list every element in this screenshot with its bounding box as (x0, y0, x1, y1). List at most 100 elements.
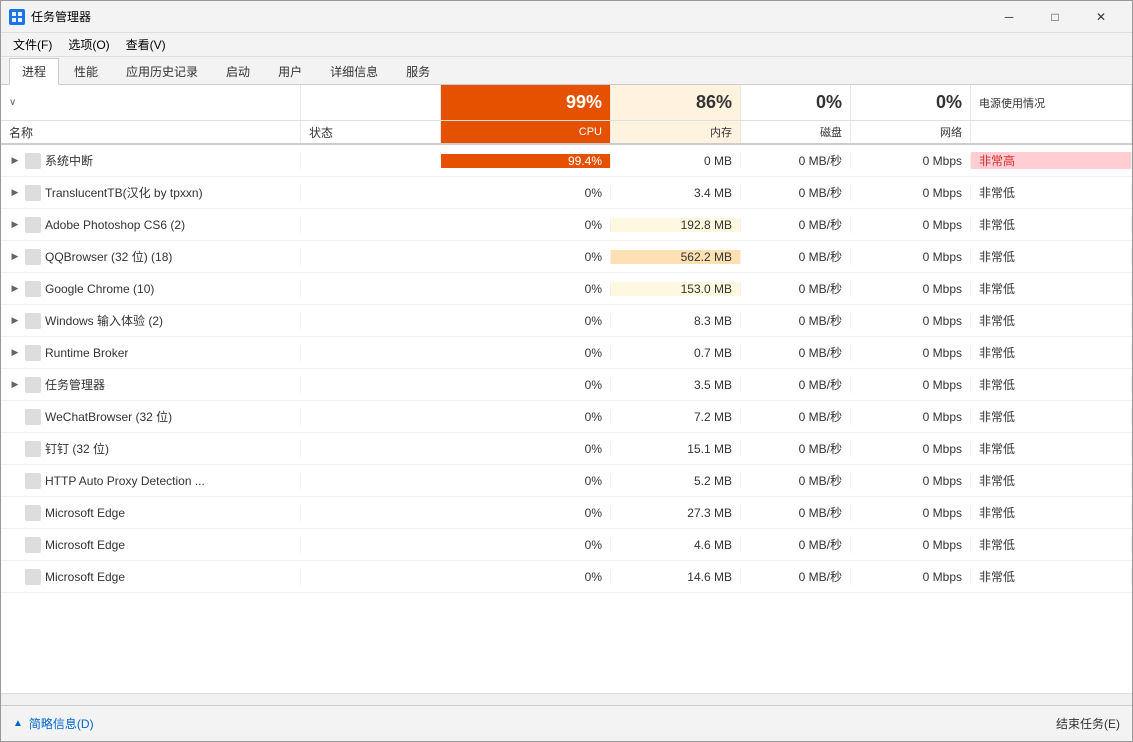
header-disk-percent[interactable]: 0% (741, 85, 851, 120)
process-disk-cell: 0 MB/秒 (741, 376, 851, 393)
expand-icon[interactable]: ▶ (9, 379, 21, 391)
minimize-button[interactable]: ─ (986, 1, 1032, 33)
process-power-value: 非常低 (979, 184, 1015, 201)
table-row[interactable]: ▶ Runtime Broker 0% 0.7 MB 0 MB/秒 0 Mbps… (1, 337, 1132, 369)
process-name: 钉钉 (32 位) (45, 440, 109, 457)
process-memory-cell: 27.3 MB (611, 506, 741, 520)
chevron-up-icon: ▲ (13, 718, 23, 729)
process-cpu-cell: 0% (441, 442, 611, 456)
header-disk-label[interactable]: 磁盘 (741, 121, 851, 143)
tab-users[interactable]: 用户 (265, 58, 315, 84)
process-network-value: 0 Mbps (923, 186, 962, 200)
table-row[interactable]: HTTP Auto Proxy Detection ... 0% 5.2 MB … (1, 465, 1132, 497)
process-memory-value: 153.0 MB (681, 282, 732, 296)
process-network-value: 0 Mbps (923, 506, 962, 520)
process-memory-cell: 3.4 MB (611, 186, 741, 200)
process-network-cell: 0 Mbps (851, 250, 971, 264)
expand-icon[interactable]: ▶ (9, 187, 21, 199)
process-memory-cell: 7.2 MB (611, 410, 741, 424)
process-disk-value: 0 MB/秒 (799, 440, 842, 457)
tab-startup[interactable]: 启动 (213, 58, 263, 84)
process-name-cell: HTTP Auto Proxy Detection ... (1, 473, 301, 489)
expand-icon[interactable]: ▶ (9, 251, 21, 263)
sort-arrow-icon: ∨ (9, 97, 16, 108)
process-disk-value: 0 MB/秒 (799, 184, 842, 201)
process-network-cell: 0 Mbps (851, 474, 971, 488)
table-row[interactable]: ▶ QQBrowser (32 位) (18) 0% 562.2 MB 0 MB… (1, 241, 1132, 273)
process-power-value: 非常低 (979, 408, 1015, 425)
table-row[interactable]: 钉钉 (32 位) 0% 15.1 MB 0 MB/秒 0 Mbps 非常低 (1, 433, 1132, 465)
process-network-value: 0 Mbps (923, 250, 962, 264)
app-icon (9, 9, 25, 25)
process-power-cell: 非常低 (971, 376, 1132, 393)
menu-file[interactable]: 文件(F) (5, 34, 60, 55)
expand-icon[interactable]: ▶ (9, 315, 21, 327)
table-row[interactable]: ▶ Adobe Photoshop CS6 (2) 0% 192.8 MB 0 … (1, 209, 1132, 241)
header-name-label[interactable]: 名称 (1, 121, 301, 143)
process-network-cell: 0 Mbps (851, 538, 971, 552)
header-net-percent[interactable]: 0% (851, 85, 971, 120)
tab-services[interactable]: 服务 (393, 58, 443, 84)
process-memory-value: 27.3 MB (687, 506, 732, 520)
expand-icon[interactable]: ▶ (9, 155, 21, 167)
table-row[interactable]: Microsoft Edge 0% 4.6 MB 0 MB/秒 0 Mbps 非… (1, 529, 1132, 561)
header-cpu-label[interactable]: CPU (441, 121, 611, 143)
horizontal-scrollbar[interactable] (1, 693, 1132, 705)
process-cpu-value: 0% (585, 506, 602, 520)
header-name-sort[interactable]: ∨ (1, 85, 301, 120)
maximize-button[interactable]: □ (1032, 1, 1078, 33)
process-icon (25, 473, 41, 489)
summary-toggle[interactable]: ▲ 简略信息(D) (13, 715, 94, 732)
expand-icon[interactable]: ▶ (9, 283, 21, 295)
process-power-cell: 非常低 (971, 184, 1132, 201)
process-icon (25, 345, 41, 361)
process-name-cell: ▶ Runtime Broker (1, 345, 301, 361)
table-row[interactable]: ▶ TranslucentTB(汉化 by tpxxn) 0% 3.4 MB 0… (1, 177, 1132, 209)
process-name: Microsoft Edge (45, 570, 125, 584)
tab-app-history[interactable]: 应用历史记录 (113, 58, 211, 84)
process-network-cell: 0 Mbps (851, 218, 971, 232)
process-icon (25, 409, 41, 425)
table-row[interactable]: Microsoft Edge 0% 14.6 MB 0 MB/秒 0 Mbps … (1, 561, 1132, 593)
process-memory-value: 15.1 MB (687, 442, 732, 456)
header-mem-label[interactable]: 内存 (611, 121, 741, 143)
process-disk-value: 0 MB/秒 (799, 504, 842, 521)
process-network-value: 0 Mbps (923, 570, 962, 584)
process-name: 系统中断 (45, 152, 93, 169)
expand-icon[interactable]: ▶ (9, 219, 21, 231)
header-cpu-percent[interactable]: 99% (441, 85, 611, 120)
process-power-value: 非常低 (979, 440, 1015, 457)
table-row[interactable]: ▶ Windows 输入体验 (2) 0% 8.3 MB 0 MB/秒 0 Mb… (1, 305, 1132, 337)
process-disk-cell: 0 MB/秒 (741, 216, 851, 233)
process-cpu-cell: 0% (441, 506, 611, 520)
process-disk-cell: 0 MB/秒 (741, 440, 851, 457)
header-net-label[interactable]: 网络 (851, 121, 971, 143)
process-cpu-value: 0% (585, 538, 602, 552)
table-row[interactable]: Microsoft Edge 0% 27.3 MB 0 MB/秒 0 Mbps … (1, 497, 1132, 529)
header-status-label[interactable]: 状态 (301, 121, 441, 143)
header-mem-percent[interactable]: 86% (611, 85, 741, 120)
process-cpu-cell: 0% (441, 282, 611, 296)
tab-details[interactable]: 详细信息 (317, 58, 391, 84)
process-memory-cell: 3.5 MB (611, 378, 741, 392)
menu-view[interactable]: 查看(V) (118, 34, 174, 55)
expand-icon[interactable]: ▶ (9, 347, 21, 359)
menu-options[interactable]: 选项(O) (60, 34, 117, 55)
table-row[interactable]: ▶ Google Chrome (10) 0% 153.0 MB 0 MB/秒 … (1, 273, 1132, 305)
process-name-cell: ▶ QQBrowser (32 位) (18) (1, 248, 301, 265)
process-name-cell: ▶ TranslucentTB(汉化 by tpxxn) (1, 184, 301, 201)
table-row[interactable]: ▶ 任务管理器 0% 3.5 MB 0 MB/秒 0 Mbps 非常低 (1, 369, 1132, 401)
process-cpu-cell: 0% (441, 346, 611, 360)
process-list[interactable]: ▶ 系统中断 99.4% 0 MB 0 MB/秒 0 Mbps 非常高 ▶ Tr… (1, 145, 1132, 693)
end-task-button[interactable]: 结束任务(E) (1056, 715, 1120, 732)
table-row[interactable]: ▶ 系统中断 99.4% 0 MB 0 MB/秒 0 Mbps 非常高 (1, 145, 1132, 177)
tab-processes[interactable]: 进程 (9, 58, 59, 85)
header-power-label[interactable]: 电源使用情况 (971, 85, 1132, 120)
summary-label[interactable]: 简略信息(D) (29, 715, 94, 732)
process-power-cell: 非常低 (971, 216, 1132, 233)
close-button[interactable]: ✕ (1078, 1, 1124, 33)
tab-performance[interactable]: 性能 (61, 58, 111, 84)
process-memory-cell: 562.2 MB (611, 250, 741, 264)
process-memory-cell: 192.8 MB (611, 218, 741, 232)
table-row[interactable]: WeChatBrowser (32 位) 0% 7.2 MB 0 MB/秒 0 … (1, 401, 1132, 433)
